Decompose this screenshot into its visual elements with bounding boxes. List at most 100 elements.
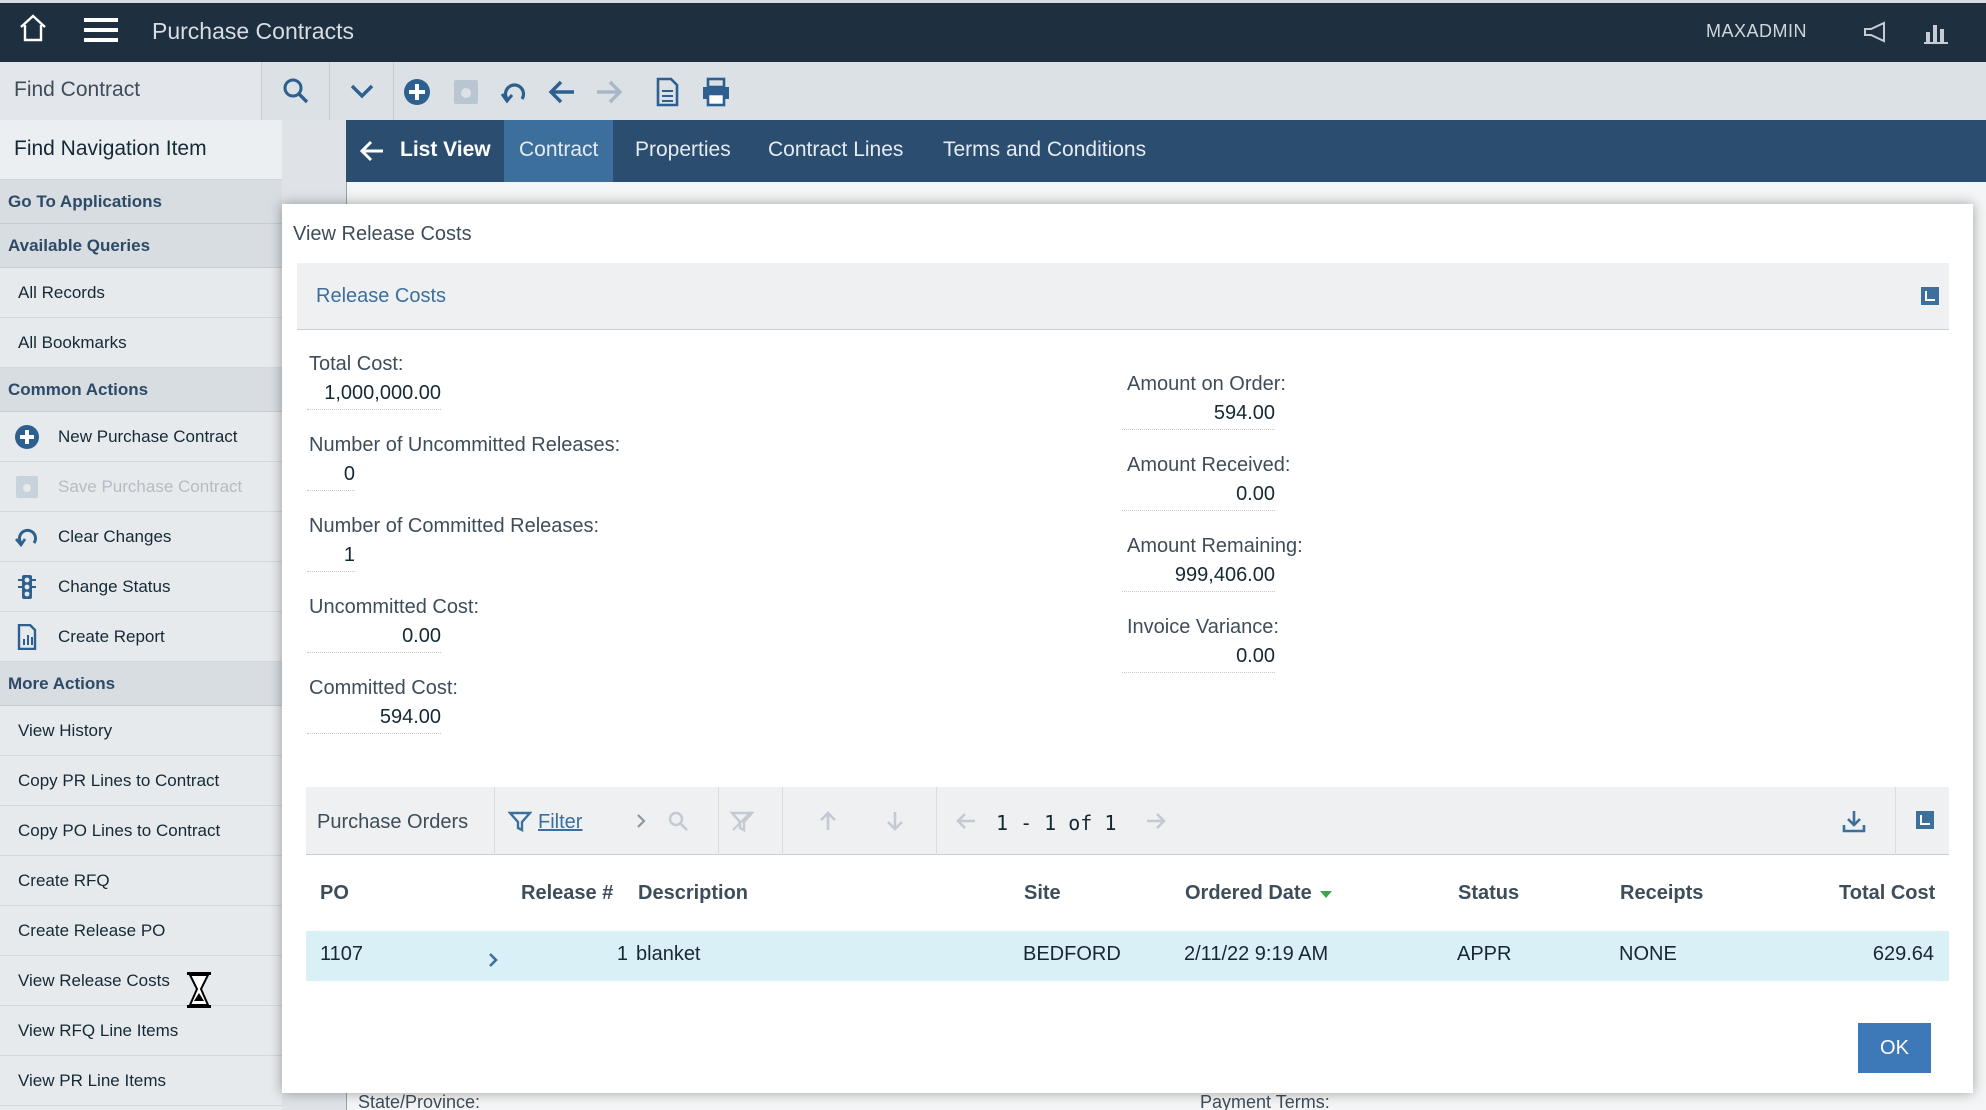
tab-contract-lines[interactable]: Contract Lines — [768, 120, 903, 182]
find-navigation-item-input[interactable]: Find Navigation Item — [0, 120, 282, 180]
cell-status: APPR — [1457, 943, 1512, 965]
toolbar-divider — [494, 787, 495, 855]
search-options-button[interactable] — [330, 62, 394, 120]
committed-cost-label: Committed Cost: — [309, 677, 458, 699]
table-row[interactable] — [306, 931, 1949, 981]
undo-icon — [15, 528, 37, 548]
column-header-ordered-date[interactable]: Ordered Date — [1185, 882, 1333, 905]
hourglass-icon — [187, 972, 211, 1008]
purchase-orders-title: Purchase Orders — [317, 811, 469, 833]
amount-remaining-value: 999,406.00 — [1122, 564, 1275, 592]
uncommitted-releases-label: Number of Uncommitted Releases: — [309, 434, 621, 456]
home-icon[interactable] — [18, 13, 48, 43]
find-contract-input[interactable]: Find Contract — [0, 62, 262, 120]
arrow-up-icon[interactable] — [816, 809, 840, 833]
ok-button[interactable]: OK — [1858, 1023, 1931, 1073]
amount-received-value: 0.00 — [1122, 483, 1275, 511]
more-actions-header[interactable]: More Actions — [0, 662, 282, 706]
action-save-purchase-contract[interactable]: Save Purchase Contract — [0, 462, 282, 512]
action-create-release-po[interactable]: Create Release PO — [0, 906, 282, 956]
column-header-site[interactable]: Site — [1024, 882, 1061, 905]
action-create-report[interactable]: Create Report — [0, 612, 282, 662]
column-header-release[interactable]: Release # — [521, 882, 613, 905]
action-change-status[interactable]: Change Status — [0, 562, 282, 612]
undo-icon[interactable] — [499, 77, 529, 107]
toolbar: Find Contract — [0, 62, 1986, 120]
uncommitted-cost-label: Uncommitted Cost: — [309, 596, 480, 618]
purchase-orders-toolbar: Purchase Orders Filter 1 - 1 of 1 — [306, 787, 1949, 855]
search-button[interactable] — [262, 62, 330, 120]
action-clear-changes[interactable]: Clear Changes — [0, 512, 282, 562]
add-icon — [15, 425, 39, 449]
common-actions-header[interactable]: Common Actions — [0, 368, 282, 412]
search-icon[interactable] — [666, 809, 690, 833]
print-icon[interactable] — [701, 77, 731, 107]
download-icon[interactable] — [1842, 809, 1866, 833]
action-label: Save Purchase Contract — [58, 477, 243, 496]
announcement-icon[interactable] — [1862, 21, 1890, 43]
reports-chart-icon[interactable] — [1924, 20, 1948, 44]
arrow-back-icon[interactable] — [360, 140, 384, 162]
top-bar: Purchase Contracts MAXADMIN — [0, 0, 1986, 62]
column-header-status[interactable]: Status — [1458, 882, 1519, 905]
column-header-label: Ordered Date — [1185, 882, 1312, 904]
column-header-description[interactable]: Description — [638, 882, 748, 905]
add-icon[interactable] — [402, 77, 432, 107]
clear-filter-icon[interactable] — [730, 809, 754, 833]
expand-row-chevron-icon[interactable] — [486, 951, 500, 969]
available-queries-header[interactable]: Available Queries — [0, 224, 282, 268]
side-navigation: Find Navigation Item Go To Applications … — [0, 120, 282, 1110]
view-release-costs-dialog: View Release Costs Release Costs Total C… — [282, 204, 1973, 1093]
query-all-records[interactable]: All Records — [0, 268, 282, 318]
query-all-bookmarks[interactable]: All Bookmarks — [0, 318, 282, 368]
cell-release: 1 — [616, 943, 628, 965]
state-province-label: State/Province: — [358, 1092, 481, 1110]
hamburger-menu-icon[interactable] — [84, 17, 118, 43]
report-icon — [17, 624, 37, 650]
tab-properties[interactable]: Properties — [635, 120, 731, 182]
column-header-receipts[interactable]: Receipts — [1620, 882, 1703, 905]
action-view-rfq-line-items[interactable]: View RFQ Line Items — [0, 1006, 282, 1056]
action-create-rfq[interactable]: Create RFQ — [0, 856, 282, 906]
action-view-history[interactable]: View History — [0, 706, 282, 756]
tab-contract[interactable]: Contract — [504, 120, 614, 182]
column-header-total-cost[interactable]: Total Cost — [1839, 882, 1935, 905]
action-copy-pr-lines[interactable]: Copy PR Lines to Contract — [0, 756, 282, 806]
action-new-purchase-contract[interactable]: New Purchase Contract — [0, 412, 282, 462]
amount-on-order-value: 594.00 — [1122, 402, 1275, 430]
cell-site: BEDFORD — [1023, 943, 1121, 965]
filter-link[interactable]: Filter — [538, 811, 582, 834]
toolbar-divider — [718, 787, 719, 855]
action-copy-po-lines[interactable]: Copy PO Lines to Contract — [0, 806, 282, 856]
committed-releases-value: 1 — [307, 544, 355, 572]
collapse-icon[interactable] — [1921, 287, 1939, 305]
action-view-pr-line-items[interactable]: View PR Line Items — [0, 1056, 282, 1106]
save-icon[interactable] — [451, 77, 481, 107]
chevron-right-icon[interactable] — [630, 809, 654, 833]
column-header-po[interactable]: PO — [320, 882, 349, 905]
action-label: Change Status — [58, 577, 171, 596]
tab-terms-and-conditions[interactable]: Terms and Conditions — [943, 120, 1146, 182]
collapse-icon[interactable] — [1916, 811, 1934, 829]
user-name[interactable]: MAXADMIN — [1706, 21, 1807, 42]
sort-descending-icon — [1320, 891, 1333, 898]
arrow-next-icon[interactable] — [1144, 809, 1168, 833]
arrow-forward-icon[interactable] — [594, 77, 624, 107]
toolbar-divider — [782, 787, 783, 855]
toolbar-divider — [1895, 787, 1896, 855]
arrow-back-icon[interactable] — [547, 77, 577, 107]
cell-receipts: NONE — [1619, 943, 1677, 965]
search-icon — [283, 78, 308, 104]
arrow-previous-icon[interactable] — [954, 809, 978, 833]
cell-po: 1107 — [320, 943, 364, 965]
chevron-down-icon — [350, 84, 373, 99]
document-icon[interactable] — [652, 77, 682, 107]
go-to-applications-header[interactable]: Go To Applications — [0, 180, 282, 224]
total-cost-label: Total Cost: — [309, 353, 404, 375]
arrow-down-icon[interactable] — [883, 809, 907, 833]
filter-icon[interactable] — [508, 809, 532, 833]
action-view-release-costs[interactable]: View Release Costs — [0, 956, 282, 1006]
section-title: Release Costs — [316, 285, 447, 307]
tab-list-view[interactable]: List View — [400, 120, 491, 182]
pagination-text: 1 - 1 of 1 — [996, 811, 1117, 835]
